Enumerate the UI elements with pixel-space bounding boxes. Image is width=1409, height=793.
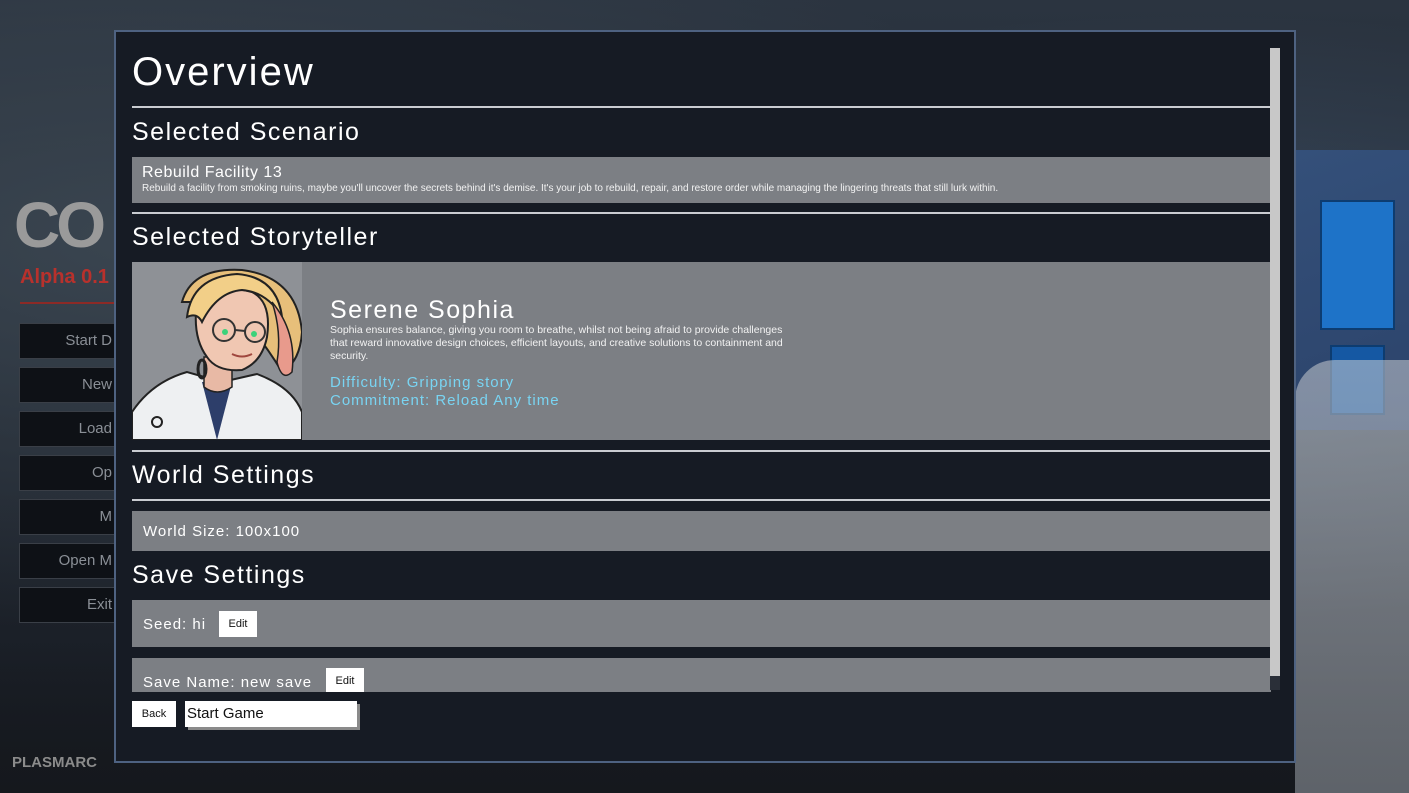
version-underline [20,302,120,304]
storyteller-heading: Selected Storyteller [132,223,379,251]
menu-mods-button[interactable]: M [19,499,119,535]
menu-new-button[interactable]: New [19,367,119,403]
storyteller-difficulty: Difficulty: Gripping story [330,374,515,391]
scrollbar-thumb[interactable] [1270,48,1280,676]
overview-scroll-view[interactable]: Overview Selected Scenario Rebuild Facil… [132,32,1271,692]
scenario-description: Rebuild a facility from smoking ruins, m… [142,183,999,194]
scenario-card: Rebuild Facility 13 Rebuild a facility f… [132,157,1271,203]
back-button[interactable]: Back [132,701,176,727]
main-menu: Start D New Load Op M Open M Exit [19,323,119,631]
divider [132,450,1271,452]
overview-title: Overview [132,50,315,94]
menu-exit-button[interactable]: Exit [19,587,119,623]
edit-save-name-button[interactable]: Edit [326,668,364,692]
storyteller-portrait [132,262,302,440]
divider [132,499,1271,501]
storyteller-card: Serene Sophia Sophia ensures balance, gi… [132,262,1271,440]
scenario-heading: Selected Scenario [132,118,361,146]
scenario-name: Rebuild Facility 13 [142,164,283,181]
divider [132,212,1271,214]
overview-dialog: Overview Selected Scenario Rebuild Facil… [114,30,1296,763]
game-logo: CO [14,189,106,261]
divider [132,106,1271,108]
edit-seed-button[interactable]: Edit [219,611,257,637]
menu-start-button[interactable]: Start D [19,323,119,359]
save-name-card: Save Name: new save Edit [132,658,1271,692]
seed-card: Seed: hi Edit [132,600,1271,647]
storyteller-name: Serene Sophia [330,296,515,324]
storyteller-commitment: Commitment: Reload Any time [330,392,560,409]
studio-logo: PLASMARC [12,754,97,771]
scrollbar[interactable] [1270,48,1280,690]
seed-label: Seed: hi [143,616,207,633]
world-size-label: World Size: 100x100 [143,523,301,540]
background-character [1295,360,1409,793]
storyteller-description: Sophia ensures balance, giving you room … [330,324,783,362]
version-label: Alpha 0.1 [20,266,109,288]
world-settings-heading: World Settings [132,461,316,489]
save-settings-heading: Save Settings [132,561,306,589]
menu-options-button[interactable]: Op [19,455,119,491]
menu-open-folder-button[interactable]: Open M [19,543,119,579]
background-safety-poster [1320,200,1395,330]
save-name-label: Save Name: new save [143,674,313,691]
start-game-button[interactable]: Start Game [185,701,357,727]
menu-load-button[interactable]: Load [19,411,119,447]
world-size-card: World Size: 100x100 [132,511,1271,551]
